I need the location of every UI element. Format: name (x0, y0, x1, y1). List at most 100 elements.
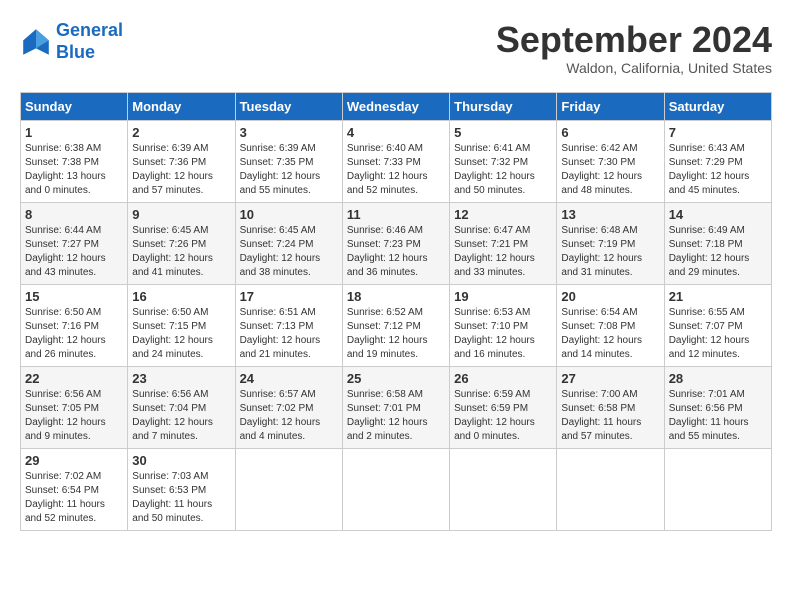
daylight-hours: Daylight: 12 hours and 7 minutes. (132, 417, 213, 442)
daylight-hours: Daylight: 12 hours and 19 minutes. (347, 335, 428, 360)
day-info: Sunrise: 6:45 AM Sunset: 7:24 PM Dayligh… (240, 224, 338, 280)
sunrise-time: Sunrise: 6:51 AM (240, 307, 316, 318)
sunrise-time: Sunrise: 6:48 AM (561, 225, 637, 236)
calendar-cell: 12 Sunrise: 6:47 AM Sunset: 7:21 PM Dayl… (450, 202, 557, 284)
day-info: Sunrise: 7:00 AM Sunset: 6:58 PM Dayligh… (561, 388, 659, 444)
day-number: 24 (240, 371, 338, 386)
daylight-hours: Daylight: 12 hours and 43 minutes. (25, 253, 106, 278)
calendar-cell: 11 Sunrise: 6:46 AM Sunset: 7:23 PM Dayl… (342, 202, 449, 284)
day-number: 26 (454, 371, 552, 386)
calendar-cell: 4 Sunrise: 6:40 AM Sunset: 7:33 PM Dayli… (342, 120, 449, 202)
sunset-time: Sunset: 7:30 PM (561, 157, 635, 168)
day-number: 4 (347, 125, 445, 140)
sunrise-time: Sunrise: 6:58 AM (347, 389, 423, 400)
day-info: Sunrise: 7:02 AM Sunset: 6:54 PM Dayligh… (25, 470, 123, 526)
logo-line2: Blue (56, 42, 95, 62)
day-info: Sunrise: 6:40 AM Sunset: 7:33 PM Dayligh… (347, 142, 445, 198)
header-monday: Monday (128, 92, 235, 120)
calendar-cell: 7 Sunrise: 6:43 AM Sunset: 7:29 PM Dayli… (664, 120, 771, 202)
sunset-time: Sunset: 7:10 PM (454, 321, 528, 332)
sunrise-time: Sunrise: 6:47 AM (454, 225, 530, 236)
sunset-time: Sunset: 7:32 PM (454, 157, 528, 168)
sunset-time: Sunset: 7:21 PM (454, 239, 528, 250)
daylight-hours: Daylight: 12 hours and 52 minutes. (347, 171, 428, 196)
day-info: Sunrise: 6:57 AM Sunset: 7:02 PM Dayligh… (240, 388, 338, 444)
daylight-hours: Daylight: 12 hours and 9 minutes. (25, 417, 106, 442)
day-info: Sunrise: 6:45 AM Sunset: 7:26 PM Dayligh… (132, 224, 230, 280)
sunset-time: Sunset: 7:01 PM (347, 403, 421, 414)
calendar-week-4: 22 Sunrise: 6:56 AM Sunset: 7:05 PM Dayl… (21, 366, 772, 448)
daylight-hours: Daylight: 12 hours and 0 minutes. (454, 417, 535, 442)
daylight-hours: Daylight: 12 hours and 12 minutes. (669, 335, 750, 360)
day-info: Sunrise: 6:59 AM Sunset: 6:59 PM Dayligh… (454, 388, 552, 444)
sunset-time: Sunset: 7:23 PM (347, 239, 421, 250)
sunrise-time: Sunrise: 7:01 AM (669, 389, 745, 400)
header-tuesday: Tuesday (235, 92, 342, 120)
sunrise-time: Sunrise: 6:43 AM (669, 143, 745, 154)
sunrise-time: Sunrise: 6:41 AM (454, 143, 530, 154)
sunrise-time: Sunrise: 6:46 AM (347, 225, 423, 236)
daylight-hours: Daylight: 12 hours and 55 minutes. (240, 171, 321, 196)
day-number: 1 (25, 125, 123, 140)
sunrise-time: Sunrise: 6:42 AM (561, 143, 637, 154)
daylight-hours: Daylight: 12 hours and 31 minutes. (561, 253, 642, 278)
day-number: 17 (240, 289, 338, 304)
sunrise-time: Sunrise: 6:39 AM (240, 143, 316, 154)
daylight-hours: Daylight: 12 hours and 38 minutes. (240, 253, 321, 278)
day-number: 8 (25, 207, 123, 222)
day-info: Sunrise: 6:44 AM Sunset: 7:27 PM Dayligh… (25, 224, 123, 280)
daylight-hours: Daylight: 13 hours and 0 minutes. (25, 171, 106, 196)
daylight-hours: Daylight: 12 hours and 4 minutes. (240, 417, 321, 442)
calendar-cell (342, 448, 449, 530)
sunrise-time: Sunrise: 6:56 AM (25, 389, 101, 400)
sunset-time: Sunset: 6:54 PM (25, 485, 99, 496)
sunrise-time: Sunrise: 6:56 AM (132, 389, 208, 400)
sunrise-time: Sunrise: 6:52 AM (347, 307, 423, 318)
day-number: 27 (561, 371, 659, 386)
header-sunday: Sunday (21, 92, 128, 120)
sunrise-time: Sunrise: 6:50 AM (25, 307, 101, 318)
location: Waldon, California, United States (496, 60, 772, 76)
day-number: 10 (240, 207, 338, 222)
daylight-hours: Daylight: 12 hours and 21 minutes. (240, 335, 321, 360)
daylight-hours: Daylight: 12 hours and 48 minutes. (561, 171, 642, 196)
day-info: Sunrise: 6:50 AM Sunset: 7:15 PM Dayligh… (132, 306, 230, 362)
calendar-week-3: 15 Sunrise: 6:50 AM Sunset: 7:16 PM Dayl… (21, 284, 772, 366)
sunrise-time: Sunrise: 7:00 AM (561, 389, 637, 400)
title-block: September 2024 Waldon, California, Unite… (496, 20, 772, 76)
calendar-cell: 15 Sunrise: 6:50 AM Sunset: 7:16 PM Dayl… (21, 284, 128, 366)
sunset-time: Sunset: 6:56 PM (669, 403, 743, 414)
day-number: 5 (454, 125, 552, 140)
sunset-time: Sunset: 7:18 PM (669, 239, 743, 250)
day-info: Sunrise: 6:53 AM Sunset: 7:10 PM Dayligh… (454, 306, 552, 362)
day-number: 14 (669, 207, 767, 222)
daylight-hours: Daylight: 12 hours and 14 minutes. (561, 335, 642, 360)
sunrise-time: Sunrise: 6:39 AM (132, 143, 208, 154)
header-friday: Friday (557, 92, 664, 120)
calendar-cell (450, 448, 557, 530)
day-number: 30 (132, 453, 230, 468)
day-number: 21 (669, 289, 767, 304)
day-info: Sunrise: 7:03 AM Sunset: 6:53 PM Dayligh… (132, 470, 230, 526)
calendar-cell: 17 Sunrise: 6:51 AM Sunset: 7:13 PM Dayl… (235, 284, 342, 366)
calendar-week-1: 1 Sunrise: 6:38 AM Sunset: 7:38 PM Dayli… (21, 120, 772, 202)
logo: General Blue (20, 20, 123, 63)
day-number: 15 (25, 289, 123, 304)
day-info: Sunrise: 7:01 AM Sunset: 6:56 PM Dayligh… (669, 388, 767, 444)
sunrise-time: Sunrise: 6:40 AM (347, 143, 423, 154)
logo-line1: General (56, 20, 123, 40)
sunrise-time: Sunrise: 6:45 AM (240, 225, 316, 236)
sunset-time: Sunset: 7:38 PM (25, 157, 99, 168)
month-title: September 2024 (496, 20, 772, 60)
sunset-time: Sunset: 7:36 PM (132, 157, 206, 168)
day-info: Sunrise: 6:42 AM Sunset: 7:30 PM Dayligh… (561, 142, 659, 198)
sunset-time: Sunset: 6:58 PM (561, 403, 635, 414)
day-number: 18 (347, 289, 445, 304)
page-header: General Blue September 2024 Waldon, Cali… (20, 20, 772, 76)
day-info: Sunrise: 6:49 AM Sunset: 7:18 PM Dayligh… (669, 224, 767, 280)
calendar-cell: 6 Sunrise: 6:42 AM Sunset: 7:30 PM Dayli… (557, 120, 664, 202)
daylight-hours: Daylight: 12 hours and 24 minutes. (132, 335, 213, 360)
sunset-time: Sunset: 7:05 PM (25, 403, 99, 414)
day-info: Sunrise: 6:39 AM Sunset: 7:36 PM Dayligh… (132, 142, 230, 198)
sunrise-time: Sunrise: 6:54 AM (561, 307, 637, 318)
